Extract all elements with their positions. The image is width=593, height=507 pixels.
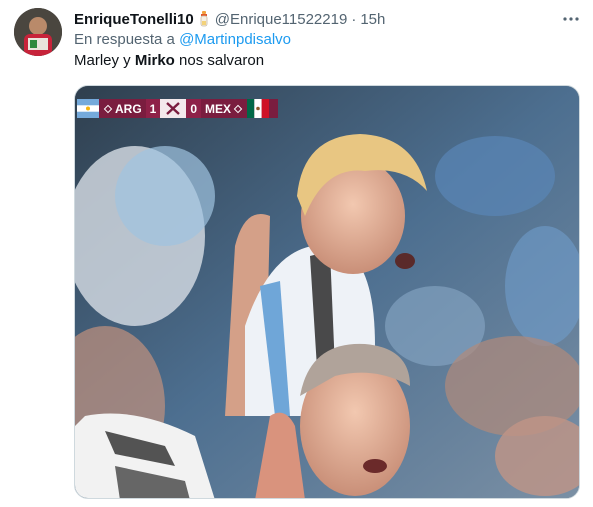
home-team: ARG <box>99 99 146 118</box>
stadium-crowd-photo <box>75 86 579 498</box>
tweet-header: EnriqueTonelli10 @Enrique11522219 · 15h <box>74 9 385 29</box>
more-dots-icon[interactable] <box>560 8 582 30</box>
tweet-text-part2: nos salvaron <box>174 52 265 69</box>
diamond-icon <box>233 104 243 113</box>
mexico-flag-icon <box>247 99 270 118</box>
argentina-flag-icon <box>77 99 99 118</box>
display-name[interactable]: EnriqueTonelli10 <box>74 11 194 28</box>
tweet[interactable]: EnriqueTonelli10 @Enrique11522219 · 15h … <box>0 0 593 507</box>
reply-context: En respuesta a @Martinpdisalvo <box>74 31 291 48</box>
match-scorebug: ARG 1 0 MEX <box>77 99 278 118</box>
away-score: 0 <box>186 99 202 118</box>
qatar-emblem-icon <box>160 99 187 118</box>
tweet-text-bold: Mirko <box>134 52 175 69</box>
reply-mention-link[interactable]: @Martinpdisalvo <box>179 31 291 48</box>
tweet-text: Marley y Mirko nos salvaron <box>74 52 264 69</box>
timestamp[interactable]: 15h <box>360 11 385 28</box>
baby-bottle-emoji-icon <box>197 11 211 27</box>
away-team: MEX <box>201 99 247 118</box>
home-score: 1 <box>145 99 161 118</box>
tweet-media-image[interactable]: ARG 1 0 MEX <box>74 85 580 499</box>
diamond-icon <box>103 104 113 113</box>
user-handle[interactable]: @Enrique11522219 <box>215 11 348 28</box>
away-team-label: MEX <box>205 101 232 116</box>
home-team-label: ARG <box>115 101 142 116</box>
tweet-text-part1: Marley y <box>74 52 135 69</box>
reply-prefix: En respuesta a <box>74 31 175 48</box>
separator-dot: · <box>351 10 357 28</box>
avatar[interactable] <box>14 8 62 56</box>
